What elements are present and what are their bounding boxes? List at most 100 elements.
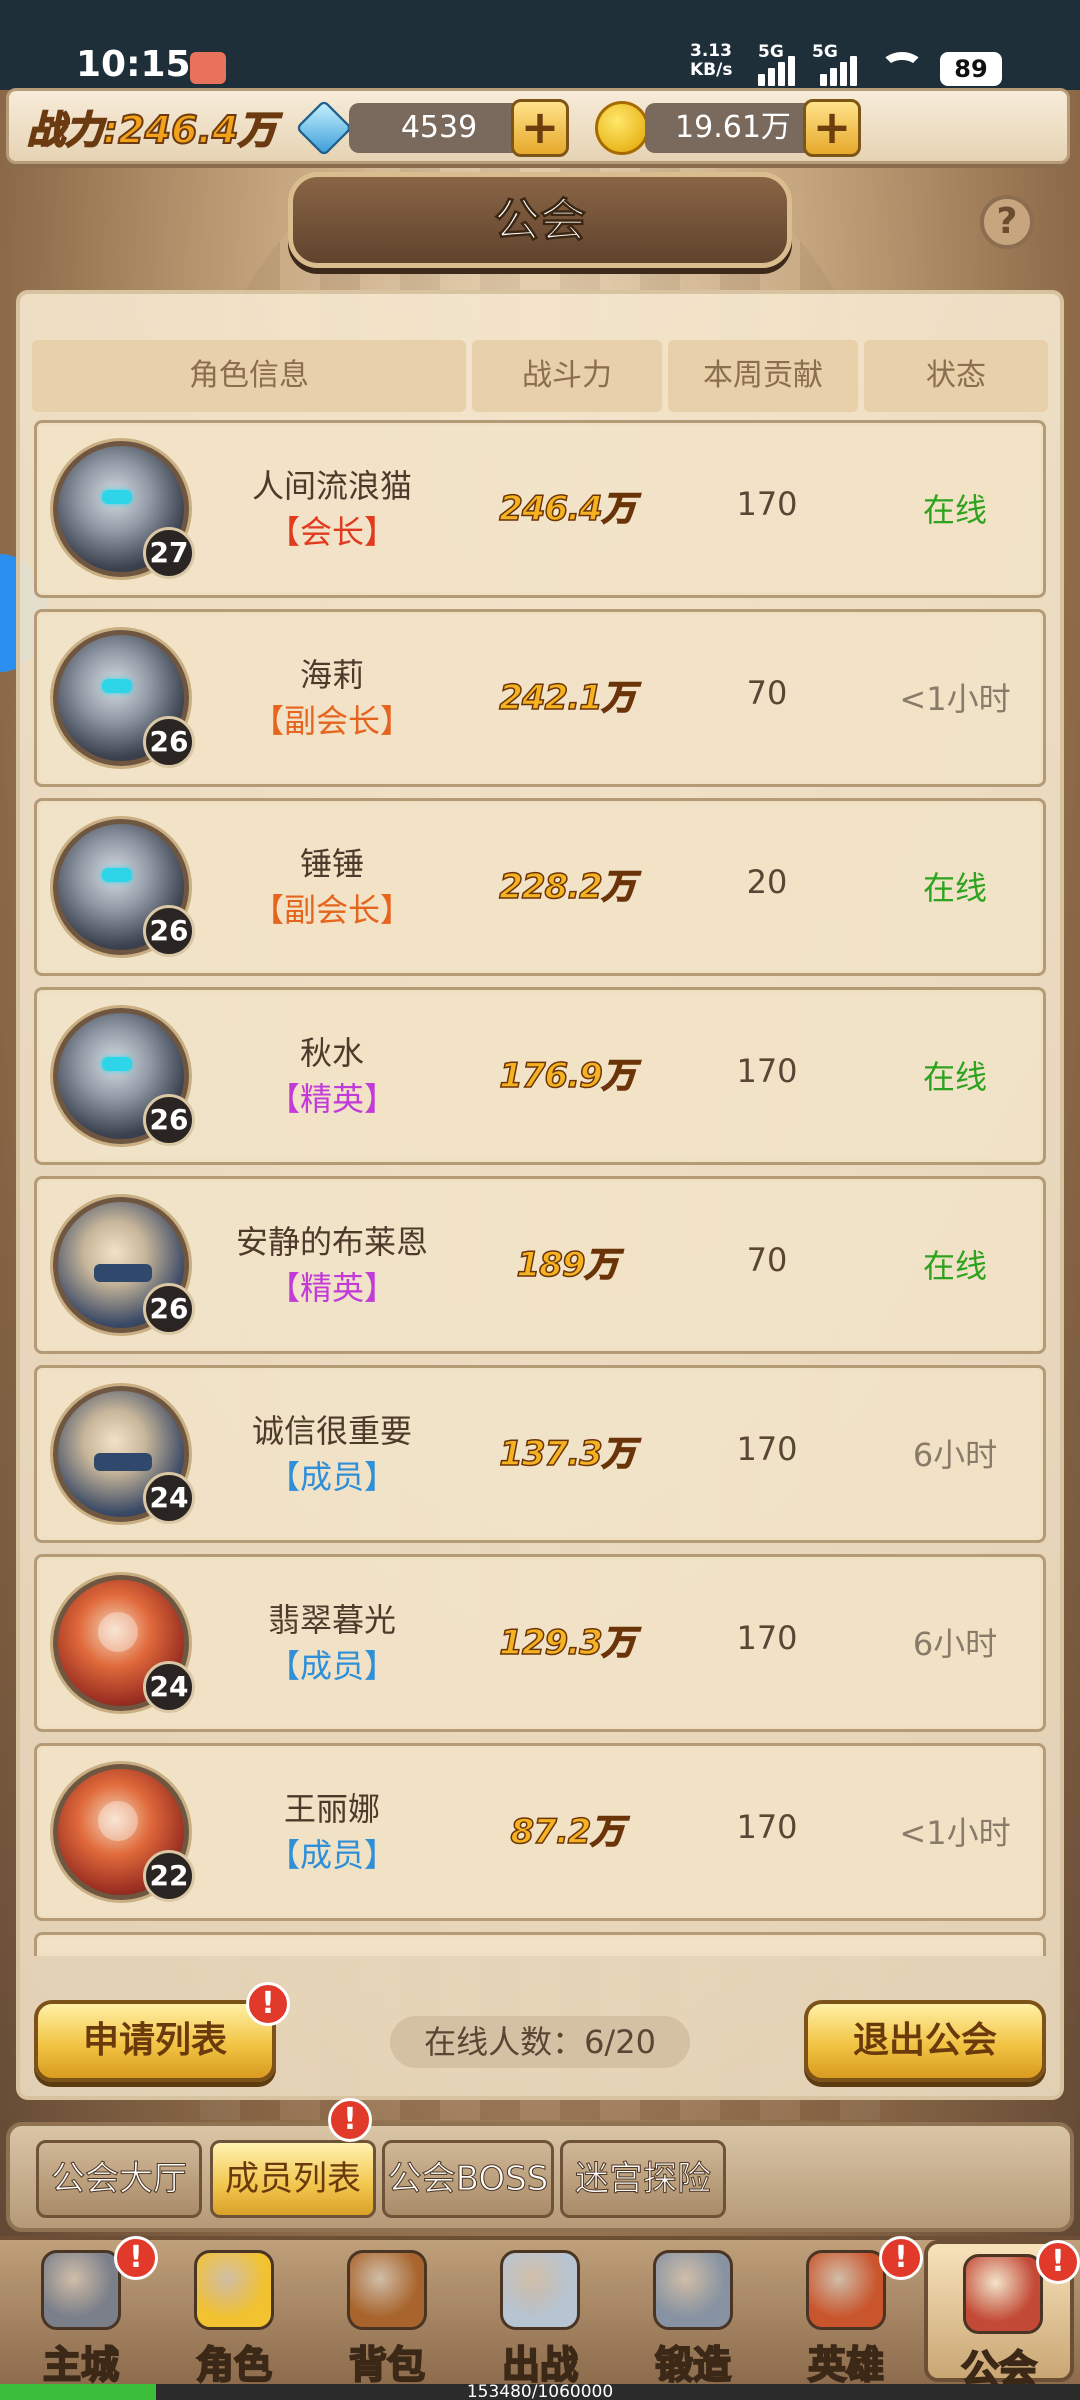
level-badge: 22	[143, 1850, 195, 1902]
member-name: 王丽娜	[283, 1790, 380, 1828]
nav-badge: !	[114, 2236, 158, 2280]
network-speed: 3.13 KB/s	[690, 41, 733, 80]
member-status: 在线	[922, 869, 987, 907]
level-badge: 26	[143, 905, 195, 957]
table-row[interactable]: 24 翡翠暮光 【成员】 129.3万 170 6小时	[34, 1554, 1046, 1732]
member-name: 人间流浪猫	[251, 467, 412, 505]
guild-shield-icon	[963, 2254, 1043, 2334]
nav-label: 英雄	[807, 2342, 885, 2388]
member-name: 安静的布莱恩	[235, 1223, 428, 1261]
nav-label: 锻造	[654, 2342, 732, 2388]
tab-guild-hall[interactable]: 公会大厅	[36, 2140, 202, 2218]
member-status: <1小时	[899, 680, 1011, 718]
level-badge: 26	[143, 1283, 195, 1335]
castle-icon	[41, 2250, 121, 2330]
leave-guild-button[interactable]: 退出公会	[804, 2000, 1046, 2082]
battery-indicator: 89	[940, 52, 1002, 86]
member-contribution: 170	[736, 1430, 798, 1468]
nav-item[interactable]: 主城!	[6, 2236, 158, 2388]
nav-item[interactable]: 锻造	[618, 2240, 768, 2388]
nav-badge: !	[1036, 2240, 1080, 2284]
crown-icon	[194, 2250, 274, 2330]
member-status: <1小时	[899, 1814, 1011, 1852]
notification-icon	[190, 52, 226, 84]
backpack-icon	[347, 2250, 427, 2330]
level-badge: 27	[143, 527, 195, 579]
member-contribution: 170	[736, 1052, 798, 1090]
member-role: 【副会长】	[251, 702, 412, 740]
member-name: 锤锤	[299, 845, 364, 883]
member-combat-power: 246.4万	[498, 488, 636, 530]
table-row[interactable]: 26 秋水 【精英】 176.9万 170 在线	[34, 987, 1046, 1165]
header-combat-power: 战斗力	[472, 340, 662, 412]
nav-item[interactable]: 英雄!	[771, 2236, 923, 2388]
gold-count: 19.61万	[645, 103, 821, 153]
add-gems-button[interactable]: +	[511, 99, 569, 157]
member-role: 【副会长】	[251, 891, 412, 929]
level-badge: 26	[143, 1094, 195, 1146]
member-combat-power: 242.1万	[498, 677, 636, 719]
hero-emblem-icon	[806, 2250, 886, 2330]
notification-badge: !	[246, 1982, 290, 2026]
member-contribution: 70	[746, 674, 788, 712]
member-combat-power: 228.2万	[498, 866, 636, 908]
member-status: 在线	[922, 1058, 987, 1096]
member-contribution: 170	[736, 1619, 798, 1657]
nav-item[interactable]: 公会!	[924, 2240, 1080, 2392]
tab-guild-boss[interactable]: 公会BOSS	[382, 2140, 554, 2218]
member-role: 【成员】	[267, 1647, 396, 1685]
member-contribution: 170	[736, 1808, 798, 1846]
gem-count: 4539	[349, 103, 529, 153]
level-badge: 24	[143, 1472, 195, 1524]
member-contribution: 20	[746, 863, 788, 901]
member-role: 【成员】	[267, 1836, 396, 1874]
member-combat-power: 137.3万	[498, 1433, 636, 1475]
apply-list-button[interactable]: 申请列表	[34, 2000, 276, 2082]
member-combat-power: 87.2万	[510, 1811, 625, 1853]
signal-bars-icon	[820, 50, 864, 86]
member-name: 翡翠暮光	[267, 1601, 396, 1639]
total-power: 战力:246.4万	[26, 107, 277, 153]
member-combat-power: 189万	[516, 1244, 619, 1286]
experience-bar: 153480/1060000	[0, 2382, 1080, 2400]
level-badge: 26	[143, 716, 195, 768]
member-contribution: 170	[736, 485, 798, 523]
tab-member-list[interactable]: 成员列表	[210, 2140, 376, 2218]
nav-item[interactable]: 角色	[159, 2240, 309, 2388]
clock: 10:15	[76, 44, 191, 85]
member-name: 诚信很重要	[251, 1412, 412, 1450]
table-row[interactable]: 24 诚信很重要 【成员】 137.3万 170 6小时	[34, 1365, 1046, 1543]
guild-subtabs: 公会大厅 成员列表 公会BOSS 迷宫探险	[6, 2122, 1074, 2232]
nav-badge: !	[879, 2236, 923, 2280]
signal-bars-icon	[758, 50, 802, 86]
resource-bar: 战力:246.4万 4539 + 19.61万 +	[6, 88, 1070, 164]
table-row-partial	[34, 1932, 1046, 1956]
header-weekly-contribution: 本周贡献	[668, 340, 858, 412]
member-role: 【精英】	[267, 1269, 396, 1307]
nav-item[interactable]: 背包	[312, 2240, 462, 2388]
member-role: 【会长】	[267, 513, 396, 551]
table-row[interactable]: 22 王丽娜【成员】 87.2万 170 <1小时	[34, 1743, 1046, 1921]
member-status: 6小时	[912, 1625, 998, 1663]
table-row[interactable]: 26 海莉【副会长】 242.1万 70 <1小时	[34, 609, 1046, 787]
table-row[interactable]: 26 锤锤【副会长】 228.2万 20 在线	[34, 798, 1046, 976]
member-combat-power: 176.9万	[498, 1055, 636, 1097]
swords-icon	[500, 2250, 580, 2330]
nav-label: 出战	[501, 2342, 579, 2388]
help-icon[interactable]: ?	[980, 195, 1034, 249]
member-contribution: 70	[746, 1241, 788, 1279]
table-row[interactable]: 27 人间流浪猫【会长】 246.4万 170 在线	[34, 420, 1046, 598]
nav-label: 背包	[348, 2342, 426, 2388]
member-status: 在线	[922, 491, 987, 529]
member-name: 海莉	[299, 656, 364, 694]
gold-coin-icon	[595, 101, 649, 155]
member-name: 秋水	[299, 1034, 364, 1072]
member-status: 6小时	[912, 1436, 998, 1474]
tab-maze-exploration[interactable]: 迷宫探险	[560, 2140, 726, 2218]
member-status: 在线	[922, 1247, 987, 1285]
nav-item[interactable]: 出战	[465, 2240, 615, 2388]
table-header: 角色信息 战斗力 本周贡献 状态	[32, 340, 1048, 412]
add-gold-button[interactable]: +	[803, 99, 861, 157]
table-row[interactable]: 26 安静的布莱恩 【精英】 189万 70 在线	[34, 1176, 1046, 1354]
member-combat-power: 129.3万	[498, 1622, 636, 1664]
